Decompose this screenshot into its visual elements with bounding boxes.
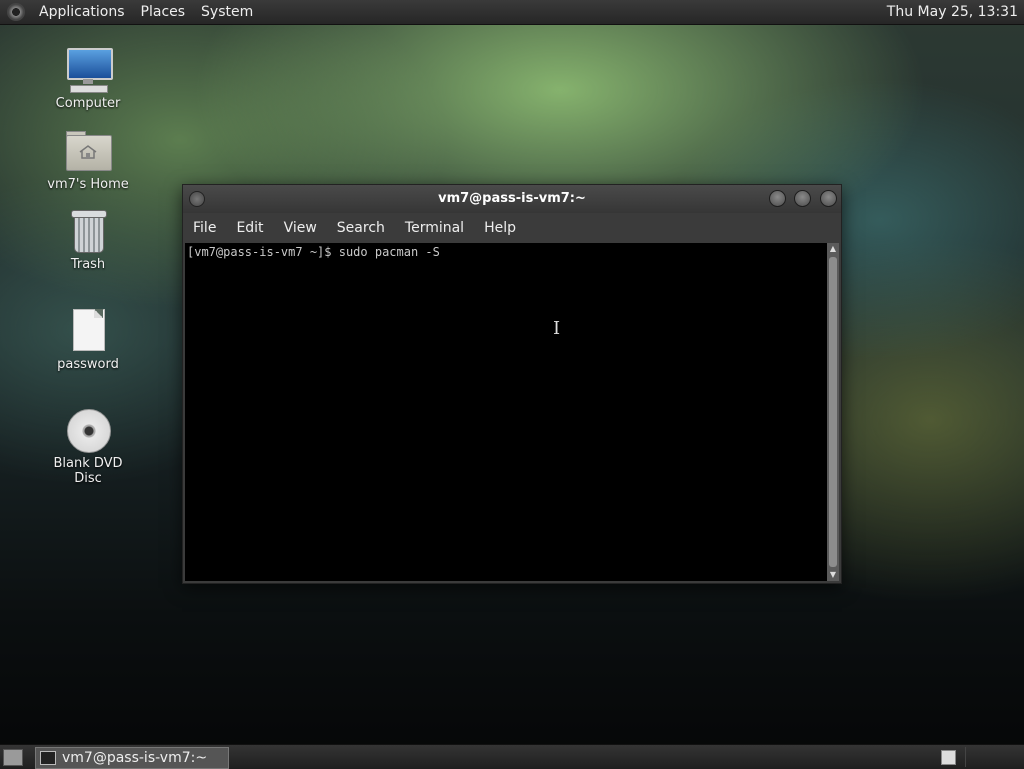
trash-icon <box>64 207 112 255</box>
taskbar-label: vm7@pass-is-vm7:~ <box>62 750 208 766</box>
text-cursor-icon: I <box>553 318 561 339</box>
terminal-icon <box>40 751 56 765</box>
system-menu[interactable]: System <box>193 0 261 24</box>
maximize-button[interactable] <box>794 190 811 207</box>
desktop-icon-label: password <box>57 357 119 372</box>
desktop-icon-computer[interactable]: Computer <box>38 46 138 111</box>
terminal-scrollbar[interactable]: ▲ ▼ <box>827 243 839 581</box>
places-menu[interactable]: Places <box>133 0 194 24</box>
desktop-icon-label: vm7's Home <box>47 177 129 192</box>
desktop-icon-label: Computer <box>55 96 121 111</box>
distro-logo-icon[interactable] <box>7 3 25 21</box>
desktop-icon-dvd[interactable]: Blank DVD Disc <box>38 406 138 486</box>
menu-file[interactable]: File <box>183 213 226 243</box>
panel-separator <box>965 747 966 767</box>
desktop-icon-trash[interactable]: Trash <box>38 207 138 272</box>
terminal-output[interactable]: [vm7@pass-is-vm7 ~]$ sudo pacman -S I <box>185 243 827 581</box>
top-panel: Applications Places System Thu May 25, 1… <box>0 0 1024 25</box>
window-title: vm7@pass-is-vm7:~ <box>438 191 586 206</box>
home-folder-icon <box>64 127 112 175</box>
terminal-window[interactable]: vm7@pass-is-vm7:~ File Edit View Search … <box>182 184 842 584</box>
workspace-switcher[interactable] <box>941 750 956 765</box>
file-icon <box>64 307 112 355</box>
menu-search[interactable]: Search <box>327 213 395 243</box>
terminal-menubar: File Edit View Search Terminal Help <box>183 213 841 243</box>
dvd-icon <box>64 406 112 454</box>
scroll-thumb[interactable] <box>829 257 837 567</box>
close-button[interactable] <box>820 190 837 207</box>
applications-menu[interactable]: Applications <box>31 0 133 24</box>
desktop-icon-label: Blank DVD Disc <box>53 456 123 486</box>
terminal-prompt-line: [vm7@pass-is-vm7 ~]$ sudo pacman -S <box>187 245 440 259</box>
show-desktop-icon[interactable] <box>3 749 23 766</box>
desktop-icon-password-file[interactable]: password <box>38 307 138 372</box>
scroll-up-arrow-icon[interactable]: ▲ <box>829 245 837 253</box>
menu-terminal[interactable]: Terminal <box>395 213 474 243</box>
desktop-icon-label: Trash <box>70 257 106 272</box>
taskbar-terminal-button[interactable]: vm7@pass-is-vm7:~ <box>35 747 229 769</box>
terminal-titlebar[interactable]: vm7@pass-is-vm7:~ <box>183 185 841 213</box>
menu-view[interactable]: View <box>274 213 327 243</box>
menu-help[interactable]: Help <box>474 213 526 243</box>
computer-icon <box>64 46 113 94</box>
clock[interactable]: Thu May 25, 13:31 <box>887 0 1018 24</box>
bottom-panel: vm7@pass-is-vm7:~ <box>0 744 1024 769</box>
desktop-icon-home[interactable]: vm7's Home <box>38 127 138 192</box>
scroll-down-arrow-icon[interactable]: ▼ <box>829 571 837 579</box>
menu-edit[interactable]: Edit <box>226 213 273 243</box>
minimize-button[interactable] <box>769 190 786 207</box>
